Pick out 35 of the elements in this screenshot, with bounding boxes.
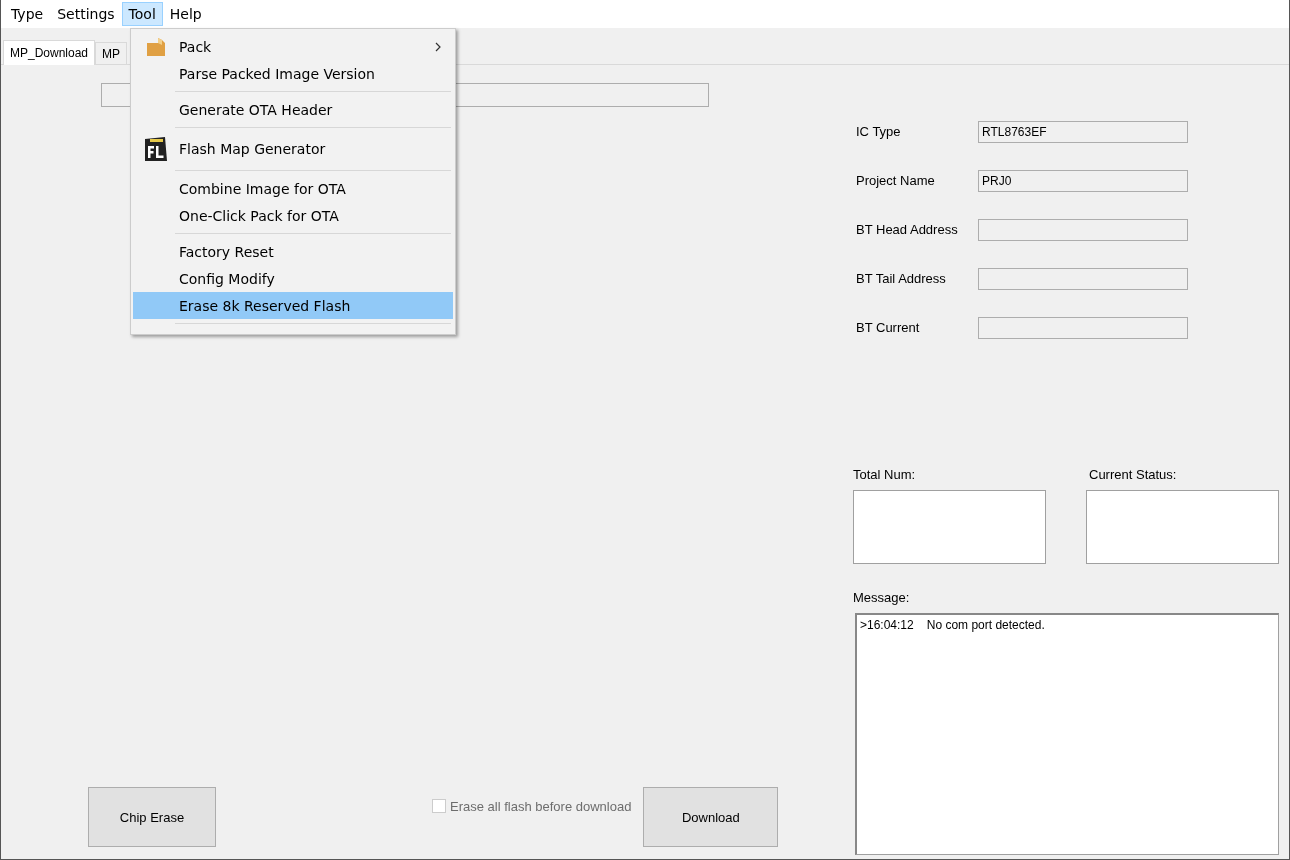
tab[interactable]: MP_Download <box>3 40 96 65</box>
message-label: Message: <box>853 590 911 605</box>
menu-entry[interactable]: Factory Reset <box>133 238 453 265</box>
chip-erase-button[interactable]: Chip Erase <box>88 787 216 847</box>
menu-entry[interactable]: Erase 8k Reserved Flash <box>133 292 453 319</box>
log-text: No com port detected. <box>926 618 1045 632</box>
current-status-label: Current Status: <box>1089 467 1178 482</box>
flash-card-icon <box>144 136 168 162</box>
menu-entry[interactable]: Flash Map Generator <box>133 132 453 166</box>
tab[interactable]: MP <box>95 42 128 64</box>
info-field[interactable]: PRJ0 <box>978 169 1188 192</box>
download-button[interactable]: Download <box>643 787 779 847</box>
menu-entry[interactable]: Combine Image for OTA <box>133 175 453 202</box>
menu-item[interactable]: Tool <box>121 2 163 26</box>
info-field[interactable] <box>978 267 1188 290</box>
package-icon <box>145 35 167 58</box>
menu-entry[interactable]: Parse Packed Image Version <box>133 60 453 87</box>
field-label: IC Type <box>856 124 902 139</box>
menu-entry[interactable]: Pack <box>133 33 453 60</box>
menu-item[interactable]: Type <box>4 2 51 26</box>
field-label: BT Current <box>856 320 921 335</box>
menu-item[interactable]: Help <box>162 2 209 26</box>
field-label: Project Name <box>856 173 936 188</box>
checkbox-label: Erase all flash before download <box>450 798 632 814</box>
field-label: BT Tail Address <box>856 271 947 286</box>
info-field[interactable]: RTL8763EF <box>978 120 1188 143</box>
menu-entry[interactable]: Generate OTA Header <box>133 96 453 123</box>
field-label: BT Head Address <box>856 222 959 237</box>
info-field[interactable] <box>978 218 1188 241</box>
log-time: >16:04:12 <box>860 618 914 632</box>
info-field[interactable] <box>978 316 1188 339</box>
menu-item[interactable]: Settings <box>50 2 122 26</box>
total-num-label: Total Num: <box>853 467 917 482</box>
menu-entry[interactable]: One-Click Pack for OTA <box>133 202 453 229</box>
menu-entry[interactable]: Config Modify <box>133 265 453 292</box>
